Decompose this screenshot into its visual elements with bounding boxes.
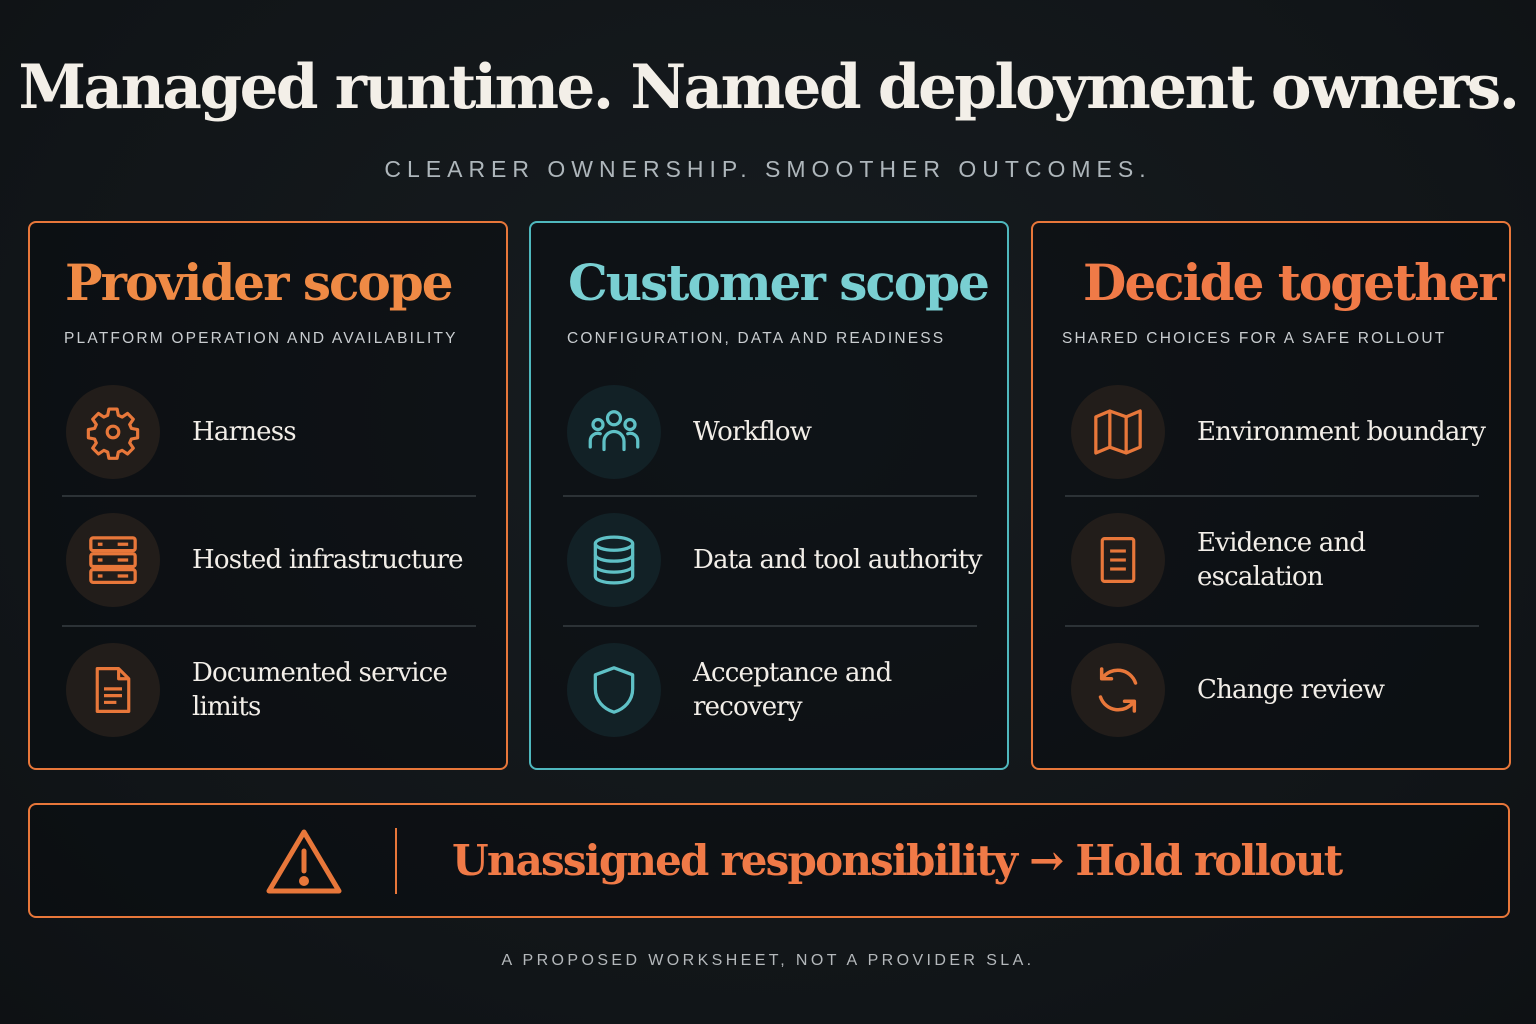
people-icon: [567, 385, 661, 479]
customer-scope-panel: Customer scope CONFIGURATION, DATA AND R…: [529, 221, 1009, 770]
shield-icon: [567, 643, 661, 737]
list-item-harness: Harness: [64, 385, 480, 481]
item-label: Harness: [192, 417, 297, 447]
divider: [1065, 625, 1479, 627]
item-label: Environment boundary: [1197, 417, 1486, 447]
divider: [563, 495, 977, 497]
list-item-documented-service-limits: Documented service limits: [64, 643, 480, 739]
warning-icon: [264, 827, 344, 897]
item-label: Documented service limits: [192, 658, 448, 722]
list-item-environment-boundary: Environment boundary: [1069, 385, 1486, 481]
banner-divider: [395, 828, 397, 894]
document-icon: [66, 643, 160, 737]
page-subtitle: CLEARER OWNERSHIP. SMOOTHER OUTCOMES.: [384, 156, 1152, 182]
panel-title: Provider scope: [65, 253, 454, 312]
list-item-change-review: Change review: [1069, 643, 1485, 739]
list-item-evidence-and-escalation: Evidence and escalation: [1069, 513, 1485, 609]
item-label: Evidence and escalation: [1197, 528, 1366, 592]
item-label: Workflow: [693, 417, 812, 447]
decide-together-panel: Decide together SHARED CHOICES FOR A SAF…: [1031, 221, 1511, 770]
provider-scope-panel: Provider scope PLATFORM OPERATION AND AV…: [28, 221, 508, 770]
list-document-icon: [1071, 513, 1165, 607]
divider: [62, 495, 476, 497]
list-item-hosted-infrastructure: Hosted infrastructure: [64, 513, 480, 609]
gear-icon: [66, 385, 160, 479]
panel-subtitle: PLATFORM OPERATION AND AVAILABILITY: [64, 330, 458, 347]
item-label: Acceptance and recovery: [693, 658, 892, 722]
divider: [1065, 495, 1479, 497]
panel-title: Decide together: [1083, 253, 1505, 312]
list-item-acceptance-and-recovery: Acceptance and recovery: [565, 643, 981, 739]
panel-subtitle: SHARED CHOICES FOR A SAFE ROLLOUT: [1062, 330, 1447, 347]
panel-title: Customer scope: [568, 253, 990, 312]
divider: [563, 625, 977, 627]
database-icon: [567, 513, 661, 607]
server-icon: [66, 513, 160, 607]
hold-rollout-banner: Unassigned responsibility → Hold rollout: [28, 803, 1510, 918]
item-label: Data and tool authority: [693, 545, 982, 575]
refresh-icon: [1071, 643, 1165, 737]
list-item-data-and-tool-authority: Data and tool authority: [565, 513, 982, 609]
item-label: Hosted infrastructure: [192, 545, 464, 575]
banner-text: Unassigned responsibility → Hold rollout: [452, 835, 1343, 885]
panel-subtitle: CONFIGURATION, DATA AND READINESS: [567, 330, 946, 347]
item-label: Change review: [1197, 675, 1385, 705]
footnote: A PROPOSED WORKSHEET, NOT A PROVIDER SLA…: [501, 952, 1035, 969]
page-title: Managed runtime. Named deployment owners…: [18, 52, 1520, 123]
list-item-workflow: Workflow: [565, 385, 981, 481]
divider: [62, 625, 476, 627]
map-icon: [1071, 385, 1165, 479]
